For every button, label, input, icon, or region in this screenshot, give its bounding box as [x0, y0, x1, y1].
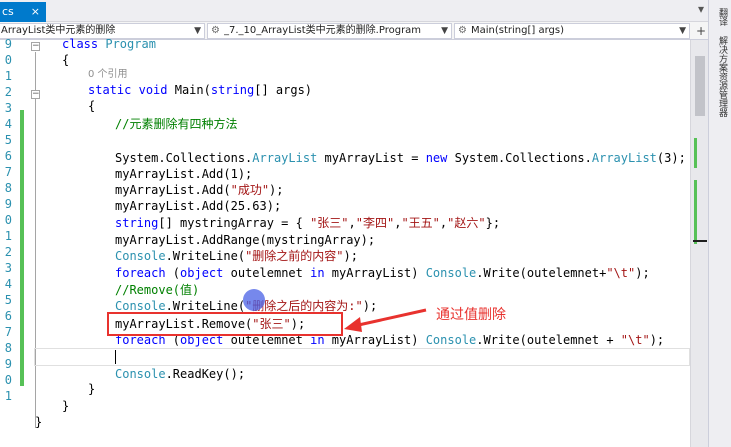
tab-label: cs [2, 5, 14, 18]
change-marker [694, 138, 697, 168]
change-marker [694, 180, 697, 244]
code-line: { [62, 53, 70, 67]
annotation-label: 通过值删除 [436, 307, 506, 323]
close-icon[interactable]: × [31, 2, 40, 22]
method-icon: ⚙ [458, 25, 467, 36]
class-combo-value: _7._10_ArrayList类中元素的删除.Program [224, 25, 422, 36]
annotation-arrow-icon [344, 308, 427, 332]
code-line: } [35, 415, 43, 429]
vertical-scrollbar[interactable] [690, 40, 708, 447]
class-combo[interactable]: ⚙ _7._10_ArrayList类中元素的删除.Program ▼ [207, 23, 452, 39]
annotation-highlight-box [107, 312, 343, 336]
code-line: string[] mystringArray = { "张三","李四","王五… [115, 216, 501, 230]
code-line: System.Collections.ArrayList myArrayList… [115, 151, 686, 165]
split-editor-icon[interactable]: + [696, 24, 706, 38]
caret-position-marker [693, 240, 707, 242]
code-lines: class Program { 0 个引用 static void Main(s… [0, 37, 690, 447]
code-line: foreach (object outelemnet in myArrayLis… [115, 266, 650, 280]
code-editor[interactable]: 9 0 1 2 3 4 5 6 7 8 9 0 1 2 3 4 5 6 7 8 … [0, 37, 708, 447]
document-tab-strip: cs × ▾ [0, 0, 708, 22]
code-line: myArrayList.AddRange(mystringArray); [115, 233, 376, 247]
chevron-down-icon: ▼ [441, 26, 448, 36]
comment-line: //Remove(值) [115, 283, 200, 297]
reference-count-hint[interactable]: 0 个引用 [88, 67, 128, 83]
tool-window-strip: 翻译 解决方案资源管理器 [708, 0, 731, 447]
tab-list-dropdown-icon[interactable]: ▾ [698, 2, 704, 16]
code-line: { [88, 99, 96, 113]
class-icon: ⚙ [211, 25, 220, 36]
code-line: Console.ReadKey(); [115, 367, 246, 381]
tab-program-cs[interactable]: cs × [0, 2, 46, 22]
code-line: class Program [62, 37, 156, 51]
code-line: myArrayList.Add(25.63); [115, 199, 282, 213]
code-line: } [88, 382, 96, 396]
code-line: myArrayList.Add(1); [115, 167, 253, 181]
code-line: myArrayList.Add("成功"); [115, 183, 284, 197]
mouse-cursor-indicator [243, 289, 265, 311]
scrollbar-thumb[interactable] [695, 56, 705, 116]
chevron-down-icon: ▼ [194, 26, 201, 36]
side-tab-translate[interactable]: 翻译 [713, 8, 727, 26]
member-combo[interactable]: ⚙ Main(string[] args) ▼ [454, 23, 690, 39]
member-combo-value: Main(string[] args) [471, 25, 564, 36]
comment-line: //元素删除有四种方法 [115, 117, 238, 131]
code-line: Console.WriteLine("删除之前的内容"); [115, 249, 358, 263]
code-line: static void Main(string[] args) [88, 83, 313, 97]
chevron-down-icon: ▼ [679, 26, 686, 36]
code-line: } [62, 399, 70, 413]
side-tab-solution-explorer[interactable]: 解决方案资源管理器 [713, 36, 727, 117]
